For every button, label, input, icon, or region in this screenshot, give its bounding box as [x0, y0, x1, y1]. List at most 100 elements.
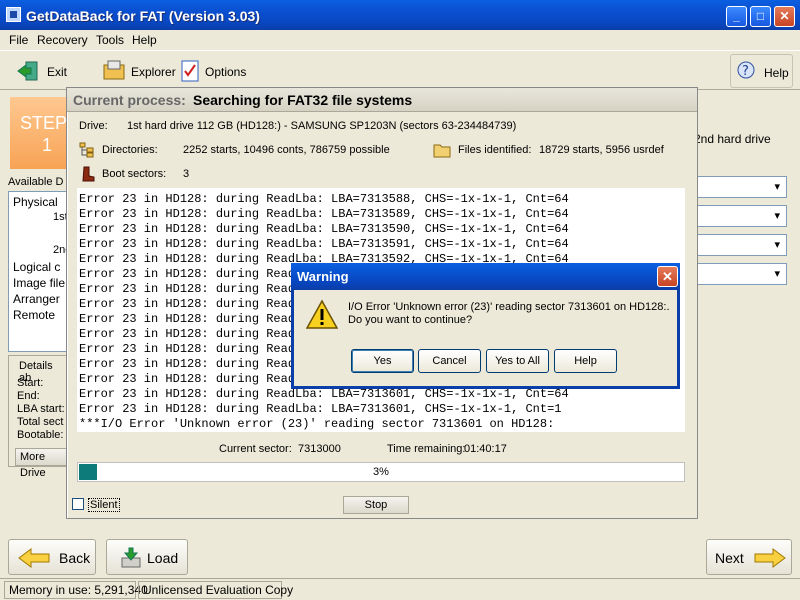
- dialog-help-button[interactable]: Help: [554, 349, 617, 373]
- current-process-label: Current process:: [73, 92, 186, 108]
- menu-help[interactable]: Help: [132, 33, 157, 47]
- load-button[interactable]: Load: [106, 539, 188, 575]
- current-process-value: Searching for FAT32 file systems: [193, 92, 413, 108]
- boot-icon: [82, 166, 95, 182]
- license-status: Unlicensed Evaluation Copy: [138, 581, 293, 599]
- log-line: Error 23 in HD128: during ReadLba: LBA=7…: [79, 402, 562, 416]
- step-title: STEP: [20, 113, 68, 133]
- yes-to-all-button[interactable]: Yes to All: [486, 349, 549, 373]
- status-bar: Memory in use: 5,291,340 Unlicensed Eval…: [0, 578, 800, 600]
- maximize-button[interactable]: □: [750, 6, 771, 27]
- warning-icon: [306, 299, 338, 329]
- available-drives-label: Available D: [8, 176, 64, 188]
- more-drives-button[interactable]: More Drive: [15, 448, 71, 479]
- warning-title-bar[interactable]: Warning ✕: [291, 263, 680, 290]
- explorer-label: Explorer: [131, 65, 176, 79]
- checklist-icon: [181, 60, 199, 82]
- details-panel: Details ab Start: End: LBA start: Total …: [8, 355, 71, 479]
- directories-value: 2252 starts, 10496 conts, 786759 possibl…: [183, 144, 390, 156]
- log-line: Error 23 in HD128: during ReadLba: LBA=7…: [79, 192, 569, 206]
- log-line: Error 23 in HD128: during ReadLba: LBA=7…: [79, 237, 569, 251]
- yes-button[interactable]: Yes: [351, 349, 414, 373]
- drive-value: 1st hard drive 112 GB (HD128:) - SAMSUNG…: [127, 120, 517, 132]
- next-button[interactable]: Next: [706, 539, 792, 575]
- exit-label: Exit: [47, 65, 68, 79]
- menu-recovery[interactable]: Recovery: [37, 33, 88, 47]
- silent-checkbox[interactable]: [72, 498, 84, 510]
- log-line: Error 23 in HD128: during ReadLba: LBA=7…: [79, 207, 569, 221]
- step-number: 1: [42, 135, 53, 155]
- help-label: Help: [764, 66, 789, 80]
- back-label: Back: [59, 550, 91, 566]
- process-header: Current process: Searching for FAT32 fil…: [67, 88, 697, 112]
- tree-physical[interactable]: Physical: [13, 195, 58, 209]
- menu-file[interactable]: File: [9, 33, 28, 47]
- tree-logical[interactable]: Logical c: [13, 260, 60, 274]
- options-button[interactable]: Options: [176, 54, 248, 88]
- svg-text:?: ?: [742, 64, 749, 79]
- second-drive-label: 2nd hard drive: [694, 132, 771, 146]
- exit-button[interactable]: Exit: [10, 54, 74, 88]
- options-label: Options: [205, 65, 247, 79]
- load-icon: [121, 547, 141, 568]
- close-button[interactable]: ✕: [774, 6, 795, 27]
- log-line: Error 23 in HD128: during ReadLba: LBA=7…: [79, 387, 569, 401]
- help-button[interactable]: ? Help: [730, 54, 793, 88]
- chevron-down-icon: ▾: [774, 239, 780, 251]
- silent-label[interactable]: Silent: [88, 498, 120, 512]
- time-remaining-value: 01:40:17: [464, 443, 507, 455]
- exit-icon: [17, 61, 38, 81]
- chevron-down-icon: ▾: [774, 181, 780, 193]
- boot-sectors-value: 3: [183, 168, 190, 180]
- warning-line-1: I/O Error 'Unknown error (23)' reading s…: [348, 301, 670, 313]
- directories-label: Directories:: [102, 144, 158, 156]
- title-bar[interactable]: GetDataBack for FAT (Version 3.03) _ □ ✕: [0, 0, 800, 30]
- back-button[interactable]: Back: [8, 539, 96, 575]
- current-sector-label: Current sector:: [219, 443, 292, 455]
- warning-title: Warning: [297, 269, 349, 284]
- details-end: End:: [17, 390, 40, 402]
- tree-remote[interactable]: Remote: [13, 308, 55, 322]
- warning-close-button[interactable]: ✕: [657, 266, 678, 287]
- tree-arranger[interactable]: Arranger: [13, 292, 60, 306]
- arrow-left-icon: [18, 548, 50, 568]
- drive-tree[interactable]: Physical 1st 2nd Logical c Image file Ar…: [8, 191, 71, 352]
- details-bootable: Bootable:: [17, 429, 64, 441]
- chevron-down-icon: ▾: [774, 268, 780, 280]
- toolbar: Exit Explorer Options ? Help: [0, 50, 800, 90]
- current-sector-value: 7313000: [298, 443, 341, 455]
- files-identified-value: 18729 starts, 5956 usrdef: [539, 144, 664, 156]
- tree-image-file[interactable]: Image file: [13, 276, 65, 290]
- directory-tree-icon: [79, 142, 94, 158]
- explorer-button[interactable]: Explorer: [98, 54, 176, 88]
- drive-label: Drive:: [79, 120, 108, 132]
- right-dropdown-2[interactable]: ▾: [697, 205, 787, 227]
- progress-text: 3%: [373, 466, 389, 478]
- warning-line-2: Do you want to continue?: [348, 314, 473, 326]
- details-total-sectors: Total sect: [17, 416, 64, 428]
- details-start: Start:: [17, 377, 44, 389]
- details-lba-start: LBA start:: [17, 403, 65, 415]
- right-dropdown-3[interactable]: ▾: [697, 234, 787, 256]
- memory-status: Memory in use: 5,291,340: [4, 581, 148, 599]
- minimize-button[interactable]: _: [726, 6, 747, 27]
- cancel-button[interactable]: Cancel: [418, 349, 481, 373]
- chevron-down-icon: ▾: [774, 210, 780, 222]
- log-line: ***I/O Error 'Unknown error (23)' readin…: [79, 417, 555, 431]
- menu-tools[interactable]: Tools: [96, 33, 124, 47]
- folder-icon: [433, 144, 451, 158]
- boot-sectors-label: Boot sectors:: [102, 168, 167, 180]
- stop-button[interactable]: Stop: [343, 496, 409, 514]
- right-dropdown-1[interactable]: ▾: [697, 176, 787, 198]
- step-indicator: STEP 1: [10, 97, 70, 169]
- warning-message: I/O Error 'Unknown error (23)' reading s…: [348, 301, 670, 327]
- log-line: Error 23 in HD128: during ReadLba: LBA=7…: [79, 222, 569, 236]
- window-title: GetDataBack for FAT (Version 3.03): [26, 8, 260, 24]
- arrow-right-icon: [754, 548, 786, 568]
- load-label: Load: [147, 550, 179, 566]
- time-remaining-label: Time remaining:: [387, 443, 466, 455]
- right-dropdown-4[interactable]: ▾: [697, 263, 787, 285]
- app-icon: [6, 7, 21, 22]
- menu-bar: File Recovery Tools Help: [0, 30, 800, 50]
- help-icon: ?: [737, 61, 755, 79]
